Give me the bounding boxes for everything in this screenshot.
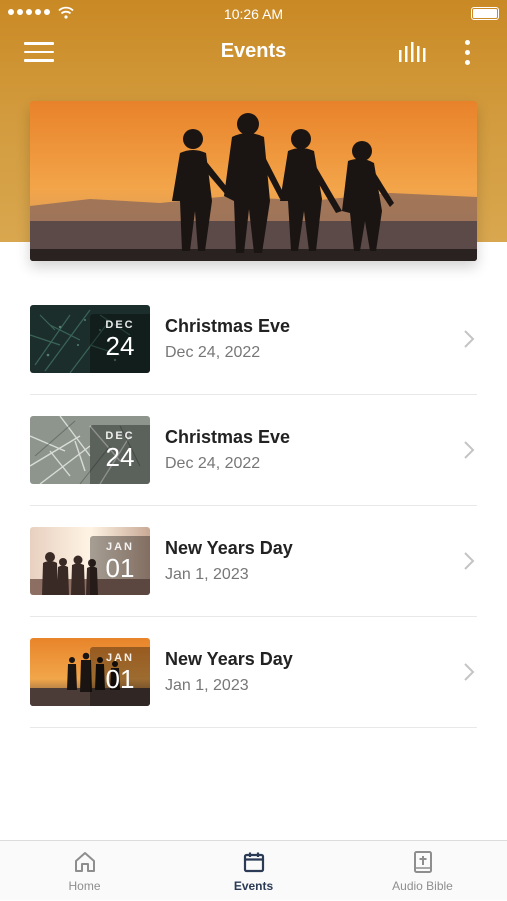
event-day: 01 — [105, 553, 135, 583]
event-title: Christmas Eve — [165, 316, 291, 336]
event-thumbnail: JAN 01 — [30, 527, 150, 595]
hero-banner-image — [30, 101, 477, 261]
event-item[interactable]: DEC 24 Christmas Eve Dec 24, 2022 — [30, 395, 477, 506]
event-date-badge: DEC 24 — [90, 314, 150, 373]
chevron-right-icon — [464, 441, 475, 459]
event-month: DEC — [105, 430, 135, 442]
event-thumbnail: DEC 24 — [30, 416, 150, 484]
event-day: 01 — [105, 664, 135, 694]
home-icon — [74, 852, 95, 872]
battery-icon — [471, 7, 499, 20]
tab-events-label: Events — [233, 879, 274, 893]
event-title: New Years Day — [165, 649, 293, 669]
event-month: JAN — [105, 541, 134, 553]
event-date: Jan 1, 2023 — [165, 566, 249, 583]
event-thumbnail: DEC 24 — [30, 305, 150, 373]
event-item[interactable]: JAN 01 New Years Day Jan 1, 2023 — [30, 617, 477, 728]
status-time: 10:26 AM — [223, 6, 284, 22]
event-date-badge: JAN 01 — [90, 647, 150, 706]
status-bar: 10:26 AM — [0, 0, 507, 28]
event-month: DEC — [105, 319, 135, 331]
bible-icon — [413, 851, 432, 873]
chevron-right-icon — [464, 552, 475, 570]
chevron-right-icon — [464, 330, 475, 348]
audio-bars-icon[interactable] — [398, 42, 428, 62]
tab-bar: Home Events Audio Bible — [0, 840, 507, 900]
event-day: 24 — [105, 442, 135, 472]
event-title: New Years Day — [165, 538, 293, 558]
event-day: 24 — [105, 331, 135, 361]
chevron-right-icon — [464, 663, 475, 681]
event-item[interactable]: JAN 01 New Years Day Jan 1, 2023 — [30, 506, 477, 617]
event-month: JAN — [105, 652, 134, 664]
event-date: Dec 24, 2022 — [165, 455, 261, 472]
page-title: Events — [220, 40, 287, 62]
navigation-bar: Events — [0, 28, 507, 78]
vertical-ellipsis-icon[interactable] — [462, 40, 472, 66]
event-thumbnail: JAN 01 — [30, 638, 150, 706]
tab-audio-bible-label: Audio Bible — [392, 879, 453, 893]
event-date-badge: DEC 24 — [90, 425, 150, 484]
tab-home[interactable]: Home — [0, 841, 169, 901]
tab-home-label: Home — [68, 879, 101, 893]
event-date: Jan 1, 2023 — [165, 677, 249, 694]
event-date: Dec 24, 2022 — [165, 344, 261, 361]
event-item[interactable]: DEC 24 Christmas Eve Dec 24, 2022 — [30, 284, 477, 395]
event-title: Christmas Eve — [165, 427, 291, 447]
tab-audio-bible[interactable]: Audio Bible — [338, 841, 507, 901]
events-list: DEC 24 Christmas Eve Dec 24, 2022 DEC 24… — [30, 284, 477, 728]
event-date-badge: JAN 01 — [90, 536, 150, 595]
calendar-icon — [243, 852, 264, 873]
tab-events[interactable]: Events — [169, 841, 338, 901]
